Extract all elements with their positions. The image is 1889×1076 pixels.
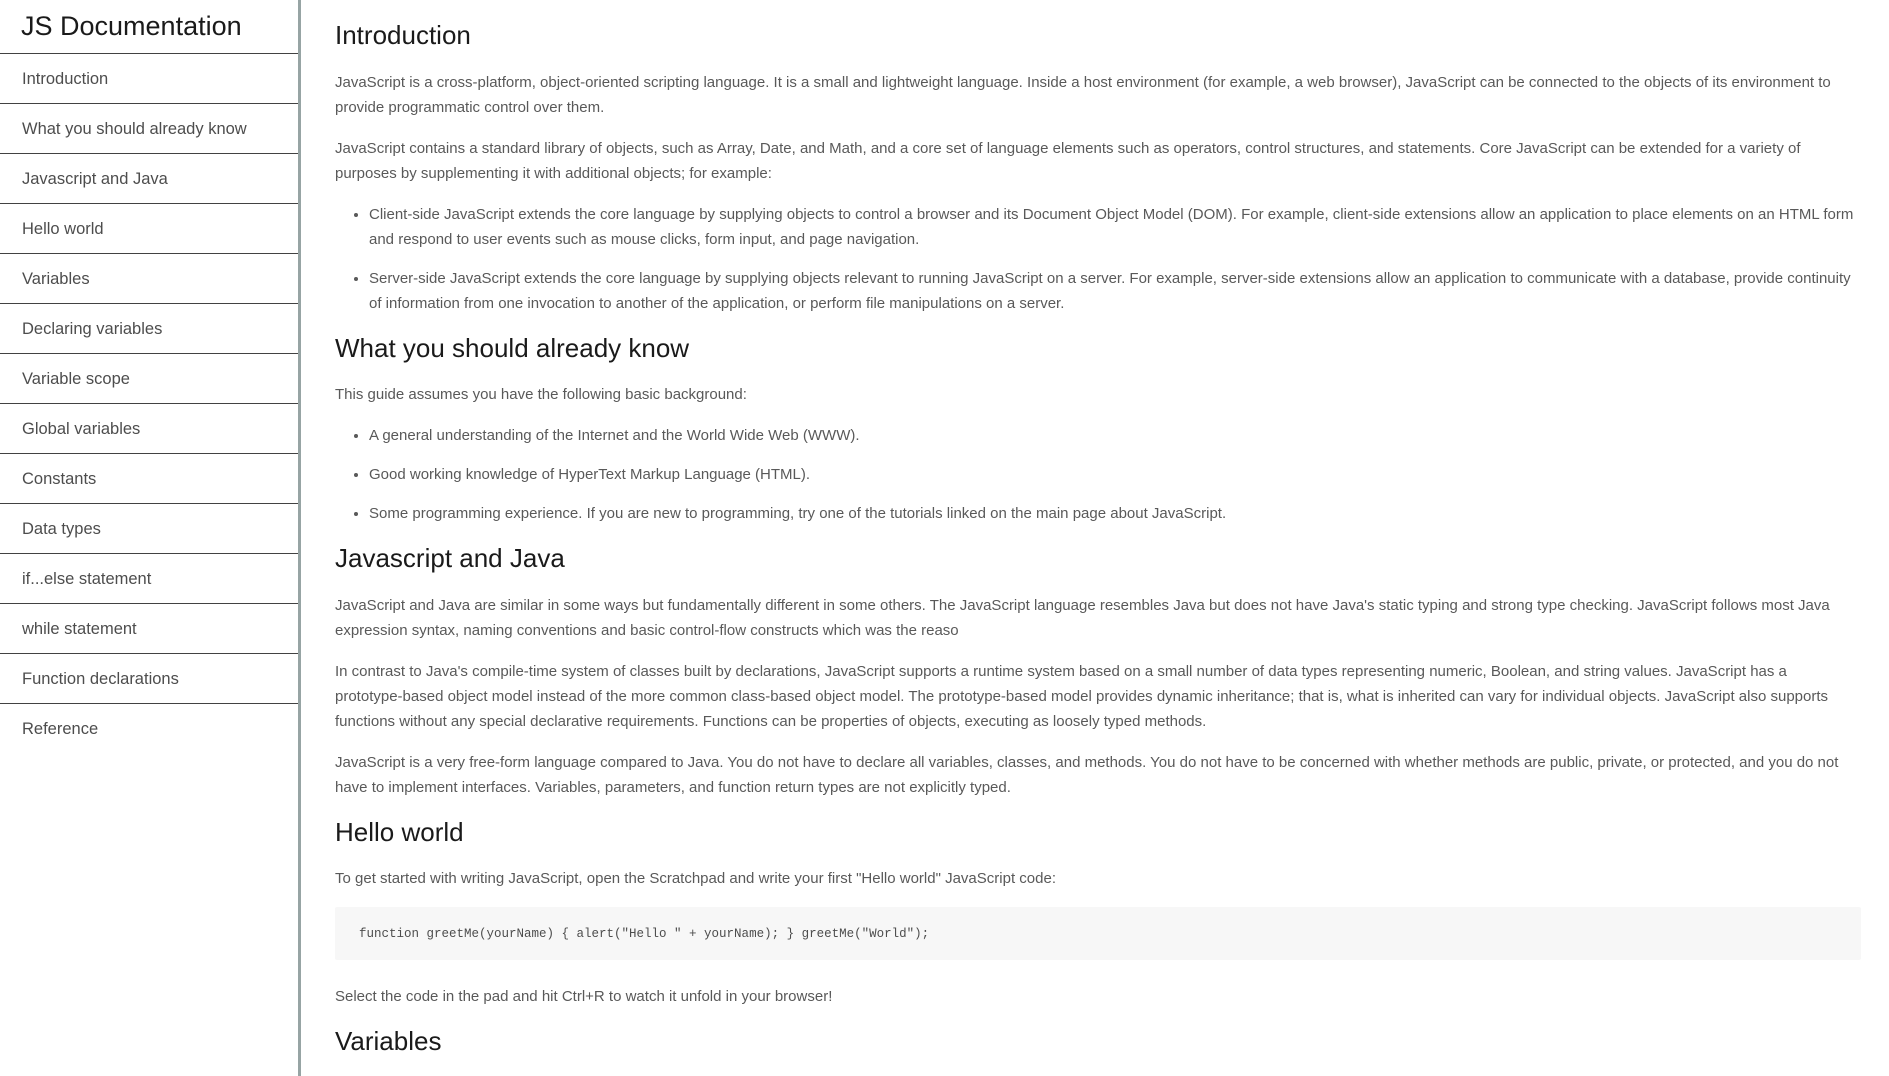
sidebar-item-global-variables[interactable]: Global variables (0, 403, 298, 453)
list-item: Reference (0, 703, 298, 753)
documentation-page: JS Documentation Introduction What you s… (0, 0, 1889, 1076)
list-item: Variables (0, 253, 298, 303)
paragraph: To get started with writing JavaScript, … (335, 870, 1056, 888)
section-heading: Javascript and Java (335, 543, 565, 574)
bullet-list: Client-side JavaScript extends the core … (335, 202, 1861, 316)
sidebar-item-function-declarations[interactable]: Function declarations (0, 653, 298, 703)
sidebar-item-if-else-statement[interactable]: if...else statement (0, 553, 298, 603)
code-block: function greetMe(yourName) { alert("Hell… (335, 907, 1861, 961)
sidebar-item-data-types[interactable]: Data types (0, 503, 298, 553)
list-item: Hello world (0, 203, 298, 253)
list-item: Some programming experience. If you are … (369, 501, 1861, 526)
sidebar-item-list: Introduction What you should already kno… (0, 53, 298, 753)
paragraph: JavaScript is a cross-platform, object-o… (335, 73, 1831, 116)
sidebar-navigation: JS Documentation Introduction What you s… (0, 0, 301, 1076)
list-item: Variable scope (0, 353, 298, 403)
section-hello-world: Hello world To get started with writing … (335, 818, 1861, 1010)
section-heading: Hello world (335, 816, 464, 847)
sidebar-item-reference[interactable]: Reference (0, 703, 298, 753)
list-item: Declaring variables (0, 303, 298, 353)
paragraph: This guide assumes you have the followin… (335, 386, 747, 404)
list-item: What you should already know (0, 103, 298, 153)
sidebar-item-javascript-and-java[interactable]: Javascript and Java (0, 153, 298, 203)
page-title: Introduction (335, 20, 471, 50)
paragraph: In contrast to Java's compile-time syste… (335, 662, 1829, 730)
sidebar-item-introduction[interactable]: Introduction (0, 53, 298, 103)
section-introduction: Introduction JavaScript is a cross-platf… (335, 21, 1861, 316)
section-variables: Variables You use variables as symbolic … (335, 1027, 1861, 1076)
list-item: while statement (0, 603, 298, 653)
sidebar-item-declaring-variables[interactable]: Declaring variables (0, 303, 298, 353)
list-item: Introduction (0, 53, 298, 103)
list-item: if...else statement (0, 553, 298, 603)
sidebar-item-constants[interactable]: Constants (0, 453, 298, 503)
sidebar-item-while-statement[interactable]: while statement (0, 603, 298, 653)
paragraph: JavaScript contains a standard library o… (335, 139, 1801, 182)
list-item: Javascript and Java (0, 153, 298, 203)
list-item: Constants (0, 453, 298, 503)
main-document: Introduction JavaScript is a cross-platf… (301, 0, 1889, 1076)
list-item: Good working knowledge of HyperText Mark… (369, 462, 1861, 487)
paragraph: JavaScript is a very free-form language … (335, 753, 1839, 796)
list-item: Function declarations (0, 653, 298, 703)
section-heading: What you should already know (335, 332, 690, 363)
section-what-you-should-already-know: What you should already know This guide … (335, 332, 1861, 527)
paragraph: Select the code in the pad and hit Ctrl+… (335, 988, 833, 1006)
sidebar-item-variables[interactable]: Variables (0, 253, 298, 303)
paragraph: JavaScript and Java are similar in some … (335, 596, 1830, 639)
list-item: Data types (0, 503, 298, 553)
list-item: Global variables (0, 403, 298, 453)
sidebar-item-variable-scope[interactable]: Variable scope (0, 353, 298, 403)
list-item: Server-side JavaScript extends the core … (369, 266, 1861, 316)
section-javascript-and-java: Javascript and Java JavaScript and Java … (335, 544, 1861, 800)
sidebar-item-hello-world[interactable]: Hello world (0, 203, 298, 253)
code-snippet: function greetMe(yourName) { alert("Hell… (359, 927, 930, 942)
list-item: A general understanding of the Internet … (369, 423, 1861, 448)
sidebar-title: JS Documentation (21, 11, 242, 41)
bullet-list: A general understanding of the Internet … (335, 423, 1861, 526)
list-item: Client-side JavaScript extends the core … (369, 202, 1861, 252)
sidebar-item-what-you-should-already-know[interactable]: What you should already know (0, 103, 298, 153)
section-heading: Variables (335, 1026, 442, 1057)
